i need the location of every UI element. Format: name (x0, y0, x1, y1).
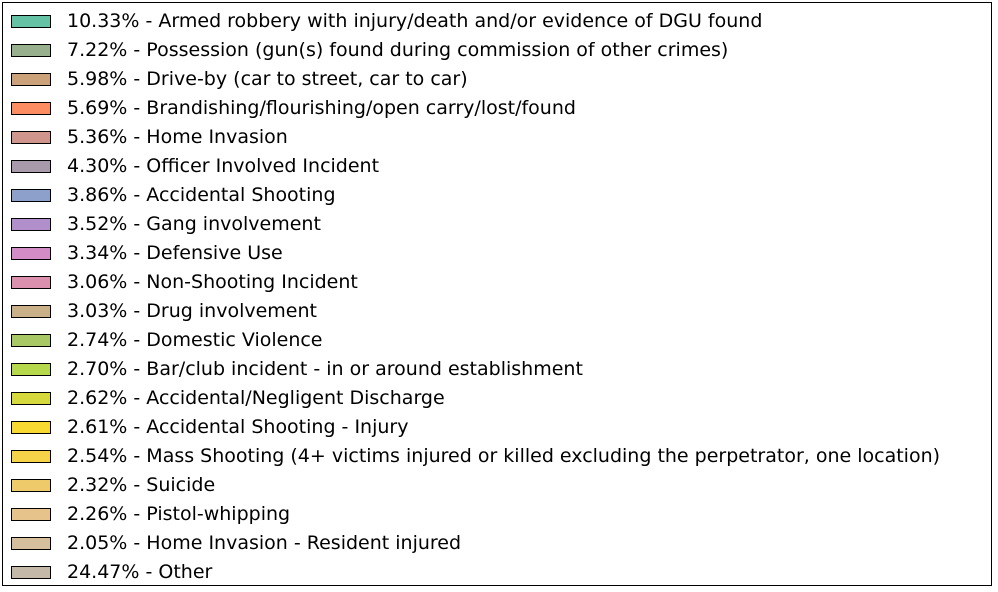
legend-category: Possession (gun(s) found during commissi… (146, 39, 729, 61)
legend-swatch (11, 218, 51, 231)
legend-swatch (11, 247, 51, 260)
legend-category: Drive-by (car to street, car to car) (146, 68, 468, 90)
legend-percent: 4.30% (67, 155, 128, 177)
legend-swatch (11, 334, 51, 347)
legend-label: 3.06% - Non-Shooting Incident (67, 271, 358, 293)
legend-swatch (11, 102, 51, 115)
legend-percent: 5.36% (67, 126, 128, 148)
legend-swatch (11, 189, 51, 202)
legend-category: Non-Shooting Incident (146, 271, 358, 293)
legend-swatch (11, 392, 51, 405)
legend-swatch (11, 537, 51, 550)
legend-percent: 3.06% (67, 271, 128, 293)
legend-percent: 2.62% (67, 387, 128, 409)
legend-swatch (11, 566, 51, 579)
legend-percent: 2.05% (67, 532, 128, 554)
legend-percent: 2.70% (67, 358, 128, 380)
legend-category: Other (158, 561, 213, 583)
legend-label: 3.52% - Gang involvement (67, 213, 321, 235)
legend-label: 5.98% - Drive-by (car to street, car to … (67, 68, 468, 90)
legend-label: 2.32% - Suicide (67, 474, 216, 496)
legend-swatch (11, 73, 51, 86)
legend-category: Accidental Shooting - Injury (146, 416, 409, 438)
legend-label: 2.74% - Domestic Violence (67, 329, 323, 351)
legend-label: 4.30% - Officer Involved Incident (67, 155, 380, 177)
legend-category: Accidental Shooting (146, 184, 336, 206)
legend-label: 2.61% - Accidental Shooting - Injury (67, 416, 409, 438)
legend-percent: 2.32% (67, 474, 128, 496)
legend-label: 2.05% - Home Invasion - Resident injured (67, 532, 462, 554)
legend-label: 10.33% - Armed robbery with injury/death… (67, 10, 763, 32)
legend-percent: 10.33% (67, 10, 140, 32)
legend-percent: 2.26% (67, 503, 128, 525)
legend-swatch (11, 131, 51, 144)
legend-label: 2.54% - Mass Shooting (4+ victims injure… (67, 445, 941, 467)
legend-swatch (11, 421, 51, 434)
legend-category: Bar/club incident - in or around establi… (146, 358, 583, 380)
legend-swatch (11, 450, 51, 463)
legend-percent: 5.69% (67, 97, 128, 119)
legend-swatch (11, 479, 51, 492)
legend-category: Domestic Violence (146, 329, 323, 351)
legend-category: Gang involvement (146, 213, 321, 235)
legend-swatch (11, 44, 51, 57)
legend-category: Accidental/Negligent Discharge (146, 387, 445, 409)
legend-label: 5.36% - Home Invasion (67, 126, 288, 148)
legend-category: Home Invasion (146, 126, 288, 148)
legend-percent: 7.22% (67, 39, 128, 61)
legend-category: Officer Involved Incident (146, 155, 380, 177)
legend-swatch (11, 160, 51, 173)
legend-label: 3.86% - Accidental Shooting (67, 184, 336, 206)
legend-percent: 3.34% (67, 242, 128, 264)
legend-category: Defensive Use (146, 242, 283, 264)
legend-label: 24.47% - Other (67, 561, 213, 583)
legend-category: Armed robbery with injury/death and/or e… (158, 10, 763, 32)
legend-category: Pistol-whipping (146, 503, 291, 525)
legend-percent: 2.54% (67, 445, 128, 467)
legend-percent: 3.86% (67, 184, 128, 206)
legend-percent: 3.03% (67, 300, 128, 322)
legend-percent: 2.61% (67, 416, 128, 438)
legend-category: Home Invasion - Resident injured (146, 532, 462, 554)
legend-swatch (11, 363, 51, 376)
legend-swatch (11, 305, 51, 318)
legend-percent: 24.47% (67, 561, 140, 583)
legend-percent: 3.52% (67, 213, 128, 235)
legend-label: 2.70% - Bar/club incident - in or around… (67, 358, 583, 380)
chart-legend: 10.33% - Armed robbery with injury/death… (2, 2, 992, 586)
legend-swatch (11, 15, 51, 28)
legend-percent: 5.98% (67, 68, 128, 90)
legend-category: Drug involvement (146, 300, 317, 322)
legend-category: Suicide (146, 474, 216, 496)
legend-label: 2.62% - Accidental/Negligent Discharge (67, 387, 445, 409)
legend-label: 7.22% - Possession (gun(s) found during … (67, 39, 729, 61)
legend-percent: 2.74% (67, 329, 128, 351)
legend-label: 3.03% - Drug involvement (67, 300, 317, 322)
legend-label: 3.34% - Defensive Use (67, 242, 283, 264)
legend-swatch (11, 508, 51, 521)
legend-category: Mass Shooting (4+ victims injured or kil… (146, 445, 941, 467)
legend-swatch (11, 276, 51, 289)
legend-label: 5.69% - Brandishing/flourishing/open car… (67, 97, 576, 119)
legend-label: 2.26% - Pistol-whipping (67, 503, 291, 525)
legend-category: Brandishing/flourishing/open carry/lost/… (146, 97, 576, 119)
